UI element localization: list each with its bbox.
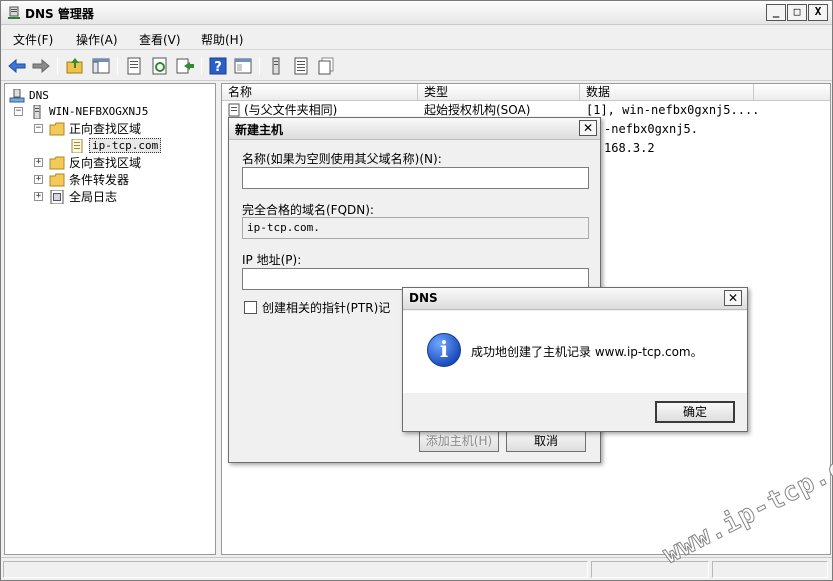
- export-icon[interactable]: [175, 56, 195, 76]
- list-icon[interactable]: [291, 56, 311, 76]
- cancel-button[interactable]: 取消: [506, 430, 586, 452]
- tree-item-server[interactable]: WIN-NEFBXOGXNJ5: [29, 103, 148, 120]
- fqdn-label: 完全合格的域名(FQDN):: [242, 203, 374, 217]
- ok-button[interactable]: 确定: [655, 401, 735, 423]
- server-icon[interactable]: [266, 56, 286, 76]
- collapse-icon[interactable]: −: [34, 124, 43, 133]
- record-data: [1], win-nefbx0gxnj5....: [586, 103, 760, 117]
- copy-icon[interactable]: [316, 56, 336, 76]
- tree-pane: DNS − WIN-NEFBXOGXNJ5 − 正向查找区域 ip-tcp.co…: [4, 83, 216, 555]
- information-icon: i: [427, 333, 461, 367]
- success-message-box: DNS ✕ i 成功地创建了主机记录 www.ip-tcp.com。 确定: [402, 287, 748, 432]
- tree-item-global-logs[interactable]: 全局日志: [49, 188, 117, 205]
- create-ptr-checkbox[interactable]: [244, 301, 257, 314]
- column-header-spacer: [754, 84, 830, 101]
- tree-item-dns[interactable]: DNS: [9, 87, 49, 104]
- column-header-type[interactable]: 类型: [418, 84, 580, 101]
- record-icon: [228, 103, 240, 117]
- maximize-button[interactable]: □: [787, 4, 807, 21]
- toolbar: ?: [1, 51, 832, 81]
- title-bar[interactable]: DNS 管理器 _ □ X: [1, 1, 832, 25]
- folder-icon: [49, 122, 65, 135]
- message-title: DNS: [409, 291, 438, 305]
- dns-server-icon: [8, 6, 20, 19]
- tree-label: 条件转发器: [69, 173, 130, 187]
- status-segment: [591, 561, 709, 578]
- menu-view[interactable]: 查看(V): [139, 31, 181, 48]
- dns-icon: [9, 88, 25, 102]
- close-button[interactable]: X: [808, 4, 828, 21]
- add-host-button[interactable]: 添加主机(H): [419, 430, 499, 452]
- tree-item-forward-zones[interactable]: 正向查找区域: [49, 120, 141, 137]
- forward-icon[interactable]: [31, 56, 51, 76]
- ip-address-label: IP 地址(P):: [242, 253, 302, 267]
- tree-label: ip-tcp.com: [89, 138, 162, 153]
- collapse-icon[interactable]: −: [14, 107, 23, 116]
- folder-icon: [49, 156, 65, 169]
- menu-file[interactable]: 文件(F): [13, 31, 53, 48]
- record-data: 168.3.2: [604, 141, 655, 155]
- help-icon[interactable]: ?: [208, 56, 228, 76]
- expand-icon[interactable]: +: [34, 158, 43, 167]
- tree-item-zone[interactable]: ip-tcp.com: [69, 137, 162, 154]
- console-icon[interactable]: [233, 56, 253, 76]
- tree-label: DNS: [29, 89, 49, 102]
- status-segment: [3, 561, 588, 578]
- expand-icon[interactable]: +: [34, 175, 43, 184]
- show-tree-icon[interactable]: [91, 56, 111, 76]
- dialog-title-bar[interactable]: 新建主机 ✕: [229, 118, 600, 140]
- properties-icon[interactable]: [124, 56, 144, 76]
- column-header-data[interactable]: 数据: [580, 84, 754, 101]
- record-data: -nefbx0gxnj5.: [604, 122, 698, 136]
- dialog-title: 新建主机: [235, 123, 284, 137]
- message-title-bar[interactable]: DNS ✕: [403, 288, 747, 310]
- create-ptr-label: 创建相关的指针(PTR)记: [262, 301, 391, 315]
- refresh-icon[interactable]: [150, 56, 170, 76]
- tree-item-conditional-forwarders[interactable]: 条件转发器: [49, 171, 129, 188]
- success-message: 成功地创建了主机记录 www.ip-tcp.com。: [471, 345, 703, 359]
- status-segment: [712, 561, 828, 578]
- zone-file-icon: [71, 138, 83, 153]
- status-bar: [1, 557, 832, 580]
- name-label: 名称(如果为空则使用其父域名称)(N):: [242, 152, 442, 166]
- back-icon[interactable]: [7, 56, 27, 76]
- tree-item-reverse-zones[interactable]: 反向查找区域: [49, 154, 141, 171]
- window-title: DNS 管理器: [25, 7, 94, 21]
- host-name-input[interactable]: [242, 167, 589, 189]
- close-icon[interactable]: ✕: [579, 120, 597, 136]
- minimize-button[interactable]: _: [766, 4, 786, 21]
- tree-label: WIN-NEFBXOGXNJ5: [49, 105, 149, 118]
- tree-label: 正向查找区域: [69, 122, 142, 136]
- fqdn-field: ip-tcp.com.: [242, 217, 589, 239]
- menu-action[interactable]: 操作(A): [76, 31, 118, 48]
- tree-label: 反向查找区域: [69, 156, 142, 170]
- expand-icon[interactable]: +: [34, 192, 43, 201]
- server-icon: [33, 104, 41, 119]
- menu-bar: 文件(F) 操作(A) 查看(V) 帮助(H): [1, 26, 832, 50]
- up-folder-icon[interactable]: [65, 56, 85, 76]
- event-log-icon: [50, 189, 64, 204]
- folder-icon: [49, 173, 65, 186]
- svg-text:?: ?: [214, 60, 222, 75]
- close-icon[interactable]: ✕: [724, 290, 742, 306]
- tree-label: 全局日志: [69, 190, 118, 204]
- column-header-name[interactable]: 名称: [222, 84, 418, 101]
- menu-help[interactable]: 帮助(H): [201, 31, 243, 48]
